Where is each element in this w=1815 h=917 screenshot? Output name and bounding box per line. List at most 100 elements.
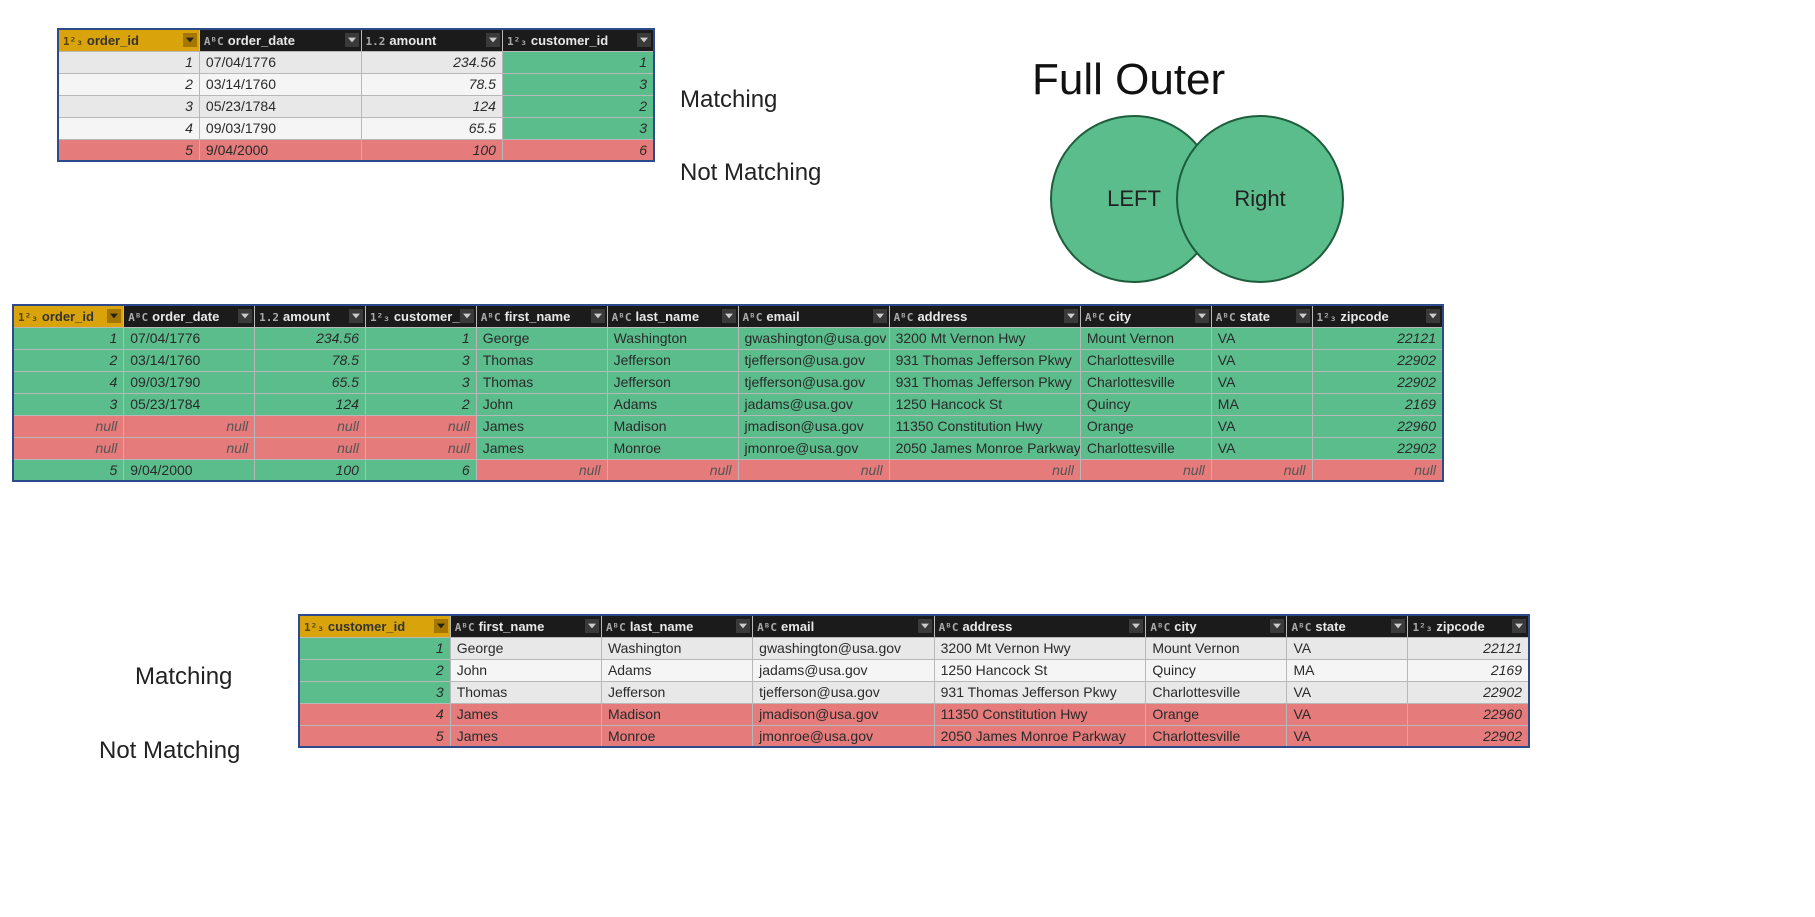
cell-address[interactable]: 3200 Mt Vernon Hwy — [934, 637, 1146, 659]
dropdown-icon[interactable] — [722, 309, 736, 323]
cell-order_date[interactable]: 03/14/1760 — [124, 349, 255, 371]
cell-last_name[interactable]: Washington — [601, 637, 752, 659]
column-header-order_date[interactable]: AᴮCorder_date — [199, 29, 361, 51]
cell-order_date[interactable]: null — [124, 437, 255, 459]
cell-first_name[interactable]: James — [476, 415, 607, 437]
cell-city[interactable]: null — [1080, 459, 1211, 481]
cell-state[interactable]: null — [1211, 459, 1312, 481]
dropdown-icon[interactable] — [1512, 619, 1526, 633]
dropdown-icon[interactable] — [736, 619, 750, 633]
cell-zipcode[interactable]: 22902 — [1408, 725, 1529, 747]
dropdown-icon[interactable] — [460, 309, 474, 323]
dropdown-icon[interactable] — [183, 33, 197, 47]
cell-customer_id[interactable]: 1 — [502, 51, 654, 73]
cell-email[interactable]: jadams@usa.gov — [738, 393, 889, 415]
cell-order_id[interactable]: null — [13, 415, 124, 437]
cell-city[interactable]: Quincy — [1146, 659, 1287, 681]
cell-last_name[interactable]: Monroe — [601, 725, 752, 747]
cell-city[interactable]: Charlottesville — [1146, 725, 1287, 747]
cell-email[interactable]: gwashington@usa.gov — [753, 637, 934, 659]
cell-email[interactable]: tjefferson@usa.gov — [753, 681, 934, 703]
dropdown-icon[interactable] — [637, 33, 651, 47]
dropdown-icon[interactable] — [918, 619, 932, 633]
cell-order_id[interactable]: null — [13, 437, 124, 459]
cell-state[interactable]: VA — [1287, 681, 1408, 703]
cell-address[interactable]: 1250 Hancock St — [934, 659, 1146, 681]
cell-customer_id[interactable]: 3 — [299, 681, 450, 703]
cell-email[interactable]: jmonroe@usa.gov — [738, 437, 889, 459]
column-header-state[interactable]: AᴮCstate — [1211, 305, 1312, 327]
column-header-last_name[interactable]: AᴮClast_name — [607, 305, 738, 327]
column-header-customer_id[interactable]: 1²₃customer_id — [365, 305, 476, 327]
cell-address[interactable]: 3200 Mt Vernon Hwy — [889, 327, 1080, 349]
dropdown-icon[interactable] — [873, 309, 887, 323]
cell-zipcode[interactable]: null — [1312, 459, 1443, 481]
column-header-zipcode[interactable]: 1²₃zipcode — [1408, 615, 1529, 637]
dropdown-icon[interactable] — [107, 309, 121, 323]
cell-first_name[interactable]: John — [450, 659, 601, 681]
cell-state[interactable]: MA — [1287, 659, 1408, 681]
column-header-last_name[interactable]: AᴮClast_name — [601, 615, 752, 637]
cell-email[interactable]: jmonroe@usa.gov — [753, 725, 934, 747]
cell-customer_id[interactable]: 4 — [299, 703, 450, 725]
dropdown-icon[interactable] — [349, 309, 363, 323]
cell-order_date[interactable]: 05/23/1784 — [199, 95, 361, 117]
cell-last_name[interactable]: Madison — [607, 415, 738, 437]
cell-first_name[interactable]: Thomas — [476, 371, 607, 393]
cell-order_id[interactable]: 4 — [13, 371, 124, 393]
dropdown-icon[interactable] — [591, 309, 605, 323]
cell-zipcode[interactable]: 22960 — [1312, 415, 1443, 437]
cell-amount[interactable]: 100 — [255, 459, 366, 481]
cell-email[interactable]: jadams@usa.gov — [753, 659, 934, 681]
column-header-first_name[interactable]: AᴮCfirst_name — [476, 305, 607, 327]
cell-last_name[interactable]: Adams — [601, 659, 752, 681]
cell-customer_id[interactable]: null — [365, 437, 476, 459]
cell-customer_id[interactable]: 3 — [502, 73, 654, 95]
dropdown-icon[interactable] — [1426, 309, 1440, 323]
cell-zipcode[interactable]: 22902 — [1312, 437, 1443, 459]
cell-address[interactable]: 1250 Hancock St — [889, 393, 1080, 415]
cell-city[interactable]: Orange — [1080, 415, 1211, 437]
cell-address[interactable]: 931 Thomas Jefferson Pkwy — [889, 371, 1080, 393]
cell-state[interactable]: VA — [1287, 703, 1408, 725]
cell-address[interactable]: 11350 Constitution Hwy — [934, 703, 1146, 725]
cell-order_date[interactable]: 09/03/1790 — [124, 371, 255, 393]
cell-state[interactable]: MA — [1211, 393, 1312, 415]
column-header-order_id[interactable]: 1²₃order_id — [58, 29, 199, 51]
cell-customer_id[interactable]: 2 — [365, 393, 476, 415]
cell-amount[interactable]: 65.5 — [255, 371, 366, 393]
cell-amount[interactable]: 234.56 — [255, 327, 366, 349]
dropdown-icon[interactable] — [238, 309, 252, 323]
cell-city[interactable]: Quincy — [1080, 393, 1211, 415]
cell-address[interactable]: 11350 Constitution Hwy — [889, 415, 1080, 437]
dropdown-icon[interactable] — [1195, 309, 1209, 323]
cell-order_date[interactable]: null — [124, 415, 255, 437]
cell-order_id[interactable]: 1 — [13, 327, 124, 349]
cell-first_name[interactable]: George — [450, 637, 601, 659]
cell-customer_id[interactable]: 6 — [502, 139, 654, 161]
cell-amount[interactable]: 78.5 — [361, 73, 502, 95]
cell-first_name[interactable]: null — [476, 459, 607, 481]
cell-last_name[interactable]: Washington — [607, 327, 738, 349]
cell-order_date[interactable]: 05/23/1784 — [124, 393, 255, 415]
cell-first_name[interactable]: George — [476, 327, 607, 349]
column-header-order_date[interactable]: AᴮCorder_date — [124, 305, 255, 327]
column-header-address[interactable]: AᴮCaddress — [934, 615, 1146, 637]
cell-amount[interactable]: 234.56 — [361, 51, 502, 73]
cell-last_name[interactable]: Madison — [601, 703, 752, 725]
cell-email[interactable]: tjefferson@usa.gov — [738, 349, 889, 371]
cell-zipcode[interactable]: 2169 — [1408, 659, 1529, 681]
cell-amount[interactable]: 100 — [361, 139, 502, 161]
cell-amount[interactable]: null — [255, 437, 366, 459]
dropdown-icon[interactable] — [486, 33, 500, 47]
dropdown-icon[interactable] — [345, 33, 359, 47]
cell-address[interactable]: 2050 James Monroe Parkway — [934, 725, 1146, 747]
dropdown-icon[interactable] — [1391, 619, 1405, 633]
column-header-customer_id[interactable]: 1²₃customer_id — [299, 615, 450, 637]
column-header-city[interactable]: AᴮCcity — [1146, 615, 1287, 637]
cell-state[interactable]: VA — [1211, 415, 1312, 437]
cell-customer_id[interactable]: 3 — [365, 371, 476, 393]
cell-first_name[interactable]: James — [450, 703, 601, 725]
cell-last_name[interactable]: null — [607, 459, 738, 481]
cell-city[interactable]: Mount Vernon — [1080, 327, 1211, 349]
